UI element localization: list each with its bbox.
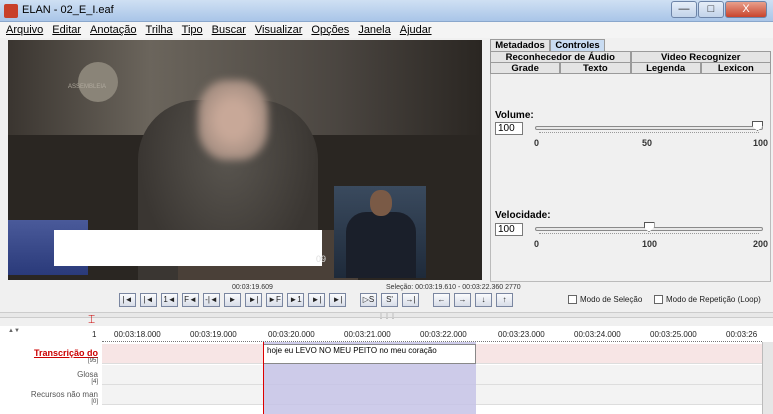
- ruler-label: 00:03:26: [726, 330, 758, 339]
- ruler-label: 00:03:22.000: [420, 330, 467, 339]
- menu-tipo[interactable]: Tipo: [182, 24, 203, 36]
- annotation-cell[interactable]: hoje eu LEVO NO MEU PEITO no meu coração: [263, 344, 476, 364]
- right-arrow-button[interactable]: →: [454, 293, 471, 307]
- window-title: ELAN - 02_E_I.eaf: [22, 4, 114, 16]
- selection-mode-label: Modo de Seleção: [580, 295, 643, 304]
- maximize-button[interactable]: □: [698, 1, 724, 18]
- volume-tick-50: 50: [642, 138, 653, 148]
- volume-tick-100: 100: [753, 138, 769, 148]
- menu-anotacao[interactable]: Anotação: [90, 24, 136, 36]
- speed-tick-0: 0: [534, 239, 540, 249]
- tab-texto[interactable]: Texto: [560, 62, 631, 74]
- speed-tick-100: 100: [642, 239, 658, 249]
- menu-arquivo[interactable]: Arquivo: [6, 24, 43, 36]
- menu-buscar[interactable]: Buscar: [212, 24, 246, 36]
- tier-header-column: Transcrição do [95] Glosa [4] Recursos n…: [0, 344, 102, 414]
- play-button[interactable]: ►: [224, 293, 241, 307]
- speed-label: Velocidade:: [495, 210, 551, 221]
- tab-grade[interactable]: Grade: [490, 62, 561, 74]
- crosshair-line: [263, 342, 264, 414]
- collapse-arrows-icon[interactable]: ▲▼: [8, 328, 20, 334]
- loop-mode-checkbox[interactable]: [654, 295, 663, 304]
- ruler-label: 00:03:21.000: [344, 330, 391, 339]
- ruler-label: 00:03:23.000: [498, 330, 545, 339]
- play-selection-button[interactable]: ▷S: [360, 293, 377, 307]
- menu-janela[interactable]: Janela: [358, 24, 390, 36]
- controls-area: Volume: 100 0 50 100 Velocidade: 100 0 1…: [490, 74, 771, 282]
- crosshair-marker-icon: ⌶: [88, 312, 96, 326]
- previous-pixel-button[interactable]: -|◄: [203, 293, 220, 307]
- next-second-button[interactable]: ►1: [287, 293, 304, 307]
- volume-tick-0: 0: [534, 138, 540, 148]
- video-player[interactable]: ASSEMBLEIA 09: [8, 40, 482, 280]
- vertical-scrollbar[interactable]: [762, 342, 773, 414]
- menu-opcoes[interactable]: Opções: [311, 24, 349, 36]
- previous-frame-button[interactable]: F◄: [182, 293, 199, 307]
- title-bar: ELAN - 02_E_I.eaf — □ X: [0, 0, 773, 22]
- ruler-label: 00:03:20.000: [268, 330, 315, 339]
- blurred-face: [198, 80, 268, 160]
- speed-ticks: [539, 233, 759, 237]
- time-ruler[interactable]: 1 00:03:18.000 00:03:19.000 00:03:20.000…: [92, 328, 762, 342]
- next-scrollview-button[interactable]: ►|: [308, 293, 325, 307]
- volume-label: Volume:: [495, 110, 534, 121]
- logo-text: ASSEMBLEIA: [68, 84, 107, 90]
- volume-slider[interactable]: [535, 126, 763, 130]
- minimize-button[interactable]: —: [671, 1, 697, 18]
- caption-redaction-box: [54, 230, 322, 266]
- tab-video-recognizer[interactable]: Video Recognizer: [630, 51, 771, 63]
- tier-count: [4]: [91, 379, 98, 385]
- volume-input[interactable]: 100: [495, 122, 523, 135]
- current-time: 00:03:19.609: [232, 284, 273, 291]
- selection-boundary-button[interactable]: →|: [402, 293, 419, 307]
- go-to-begin-button[interactable]: |◄: [119, 293, 136, 307]
- left-arrow-button[interactable]: ←: [433, 293, 450, 307]
- transport-bar: 00:03:19.609 Seleção: 00:03:19.610 - 00:…: [0, 282, 773, 310]
- selection-mode-checkbox[interactable]: [568, 295, 577, 304]
- tab-legenda[interactable]: Legenda: [630, 62, 701, 74]
- splitter-grip-icon[interactable]: ⋮⋮⋮: [378, 313, 396, 320]
- previous-second-button[interactable]: 1◄: [161, 293, 178, 307]
- interpreter-body: [346, 212, 416, 278]
- tab-reconhecedor-audio[interactable]: Reconhecedor de Áudio: [490, 51, 631, 63]
- clear-selection-button[interactable]: S': [381, 293, 398, 307]
- tab-metadados[interactable]: Metadados: [490, 39, 550, 51]
- menu-ajudar[interactable]: Ajudar: [400, 24, 432, 36]
- selection-info: Seleção: 00:03:19.610 - 00:03:22.360 277…: [386, 284, 521, 291]
- close-button[interactable]: X: [725, 1, 767, 18]
- speed-tick-200: 200: [753, 239, 769, 249]
- tab-controles[interactable]: Controles: [550, 39, 605, 51]
- tab-lexicon[interactable]: Lexicon: [700, 62, 771, 74]
- tier-name[interactable]: Transcrição do: [0, 348, 102, 358]
- ruler-first-label: 1: [92, 330, 97, 339]
- down-arrow-button[interactable]: ↓: [475, 293, 492, 307]
- ruler-label: 00:03:24.000: [574, 330, 621, 339]
- video-corner-text: 09: [316, 254, 327, 264]
- tier-name[interactable]: Recursos não man: [0, 390, 102, 399]
- menu-editar[interactable]: Editar: [52, 24, 81, 36]
- menu-visualizar[interactable]: Visualizar: [255, 24, 303, 36]
- up-arrow-button[interactable]: ↑: [496, 293, 513, 307]
- tier-name[interactable]: Glosa: [0, 370, 102, 379]
- controls-panel: Metadados Controles Reconhecedor de Áudi…: [488, 38, 773, 282]
- tier-count: [95]: [87, 358, 98, 364]
- speed-input[interactable]: 100: [495, 223, 523, 236]
- go-to-end-button[interactable]: ►|: [329, 293, 346, 307]
- ruler-label: 00:03:25.000: [650, 330, 697, 339]
- tier-count: [0]: [91, 399, 98, 405]
- elan-app-icon: [4, 4, 18, 18]
- previous-scrollview-button[interactable]: |◄: [140, 293, 157, 307]
- ruler-label: 00:03:18.000: [114, 330, 161, 339]
- ruler-label: 00:03:19.000: [190, 330, 237, 339]
- next-frame-button[interactable]: ►F: [266, 293, 283, 307]
- menu-trilha[interactable]: Trilha: [146, 24, 173, 36]
- assembly-logo: [78, 62, 118, 102]
- menu-bar: Arquivo Editar Anotação Trilha Tipo Busc…: [0, 22, 773, 38]
- volume-ticks: [539, 132, 759, 136]
- interpreter-head: [370, 190, 392, 216]
- loop-mode-label: Modo de Repetição (Loop): [666, 295, 761, 304]
- next-pixel-button[interactable]: ►|: [245, 293, 262, 307]
- annotation-timeline[interactable]: ▲▼ 1 00:03:18.000 00:03:19.000 00:03:20.…: [0, 326, 773, 414]
